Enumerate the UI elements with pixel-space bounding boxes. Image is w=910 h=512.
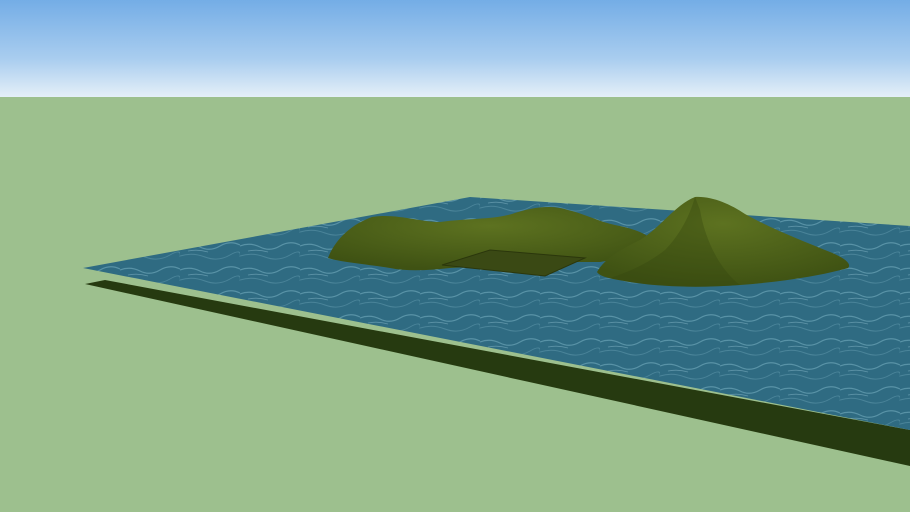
3d-viewport[interactable] bbox=[0, 0, 910, 512]
sky bbox=[0, 0, 910, 98]
